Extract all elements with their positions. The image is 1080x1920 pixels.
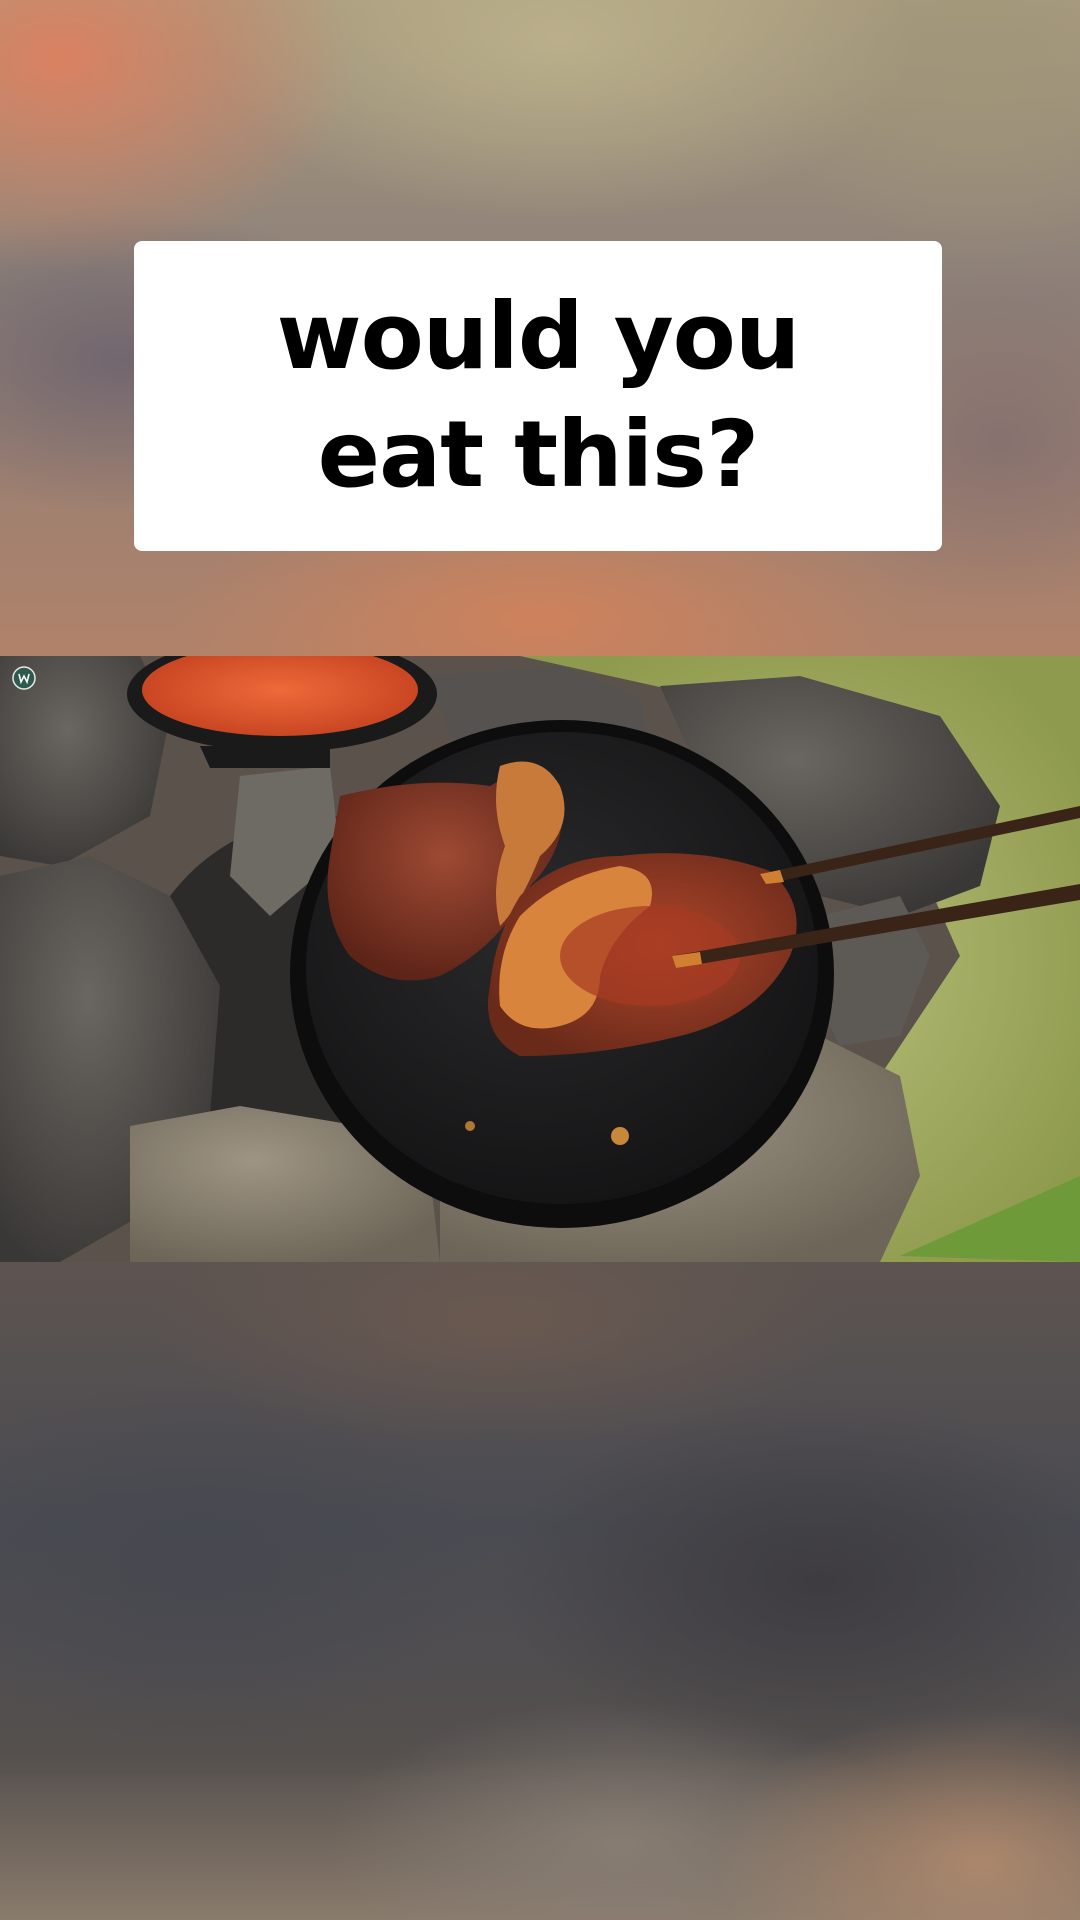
caption-text: would you eat this? [276,278,801,514]
campfire-steak-scene [0,656,1080,1262]
caption-line-2: eat this? [317,401,760,508]
caption-line-1: would you [276,283,801,390]
channel-logo-icon [12,666,36,690]
caption-box: would you eat this? [134,241,942,551]
cooking-photo [0,656,1080,1262]
blurred-background-bottom [0,1262,1080,1920]
video-frame: would you eat this? [0,0,1080,1920]
